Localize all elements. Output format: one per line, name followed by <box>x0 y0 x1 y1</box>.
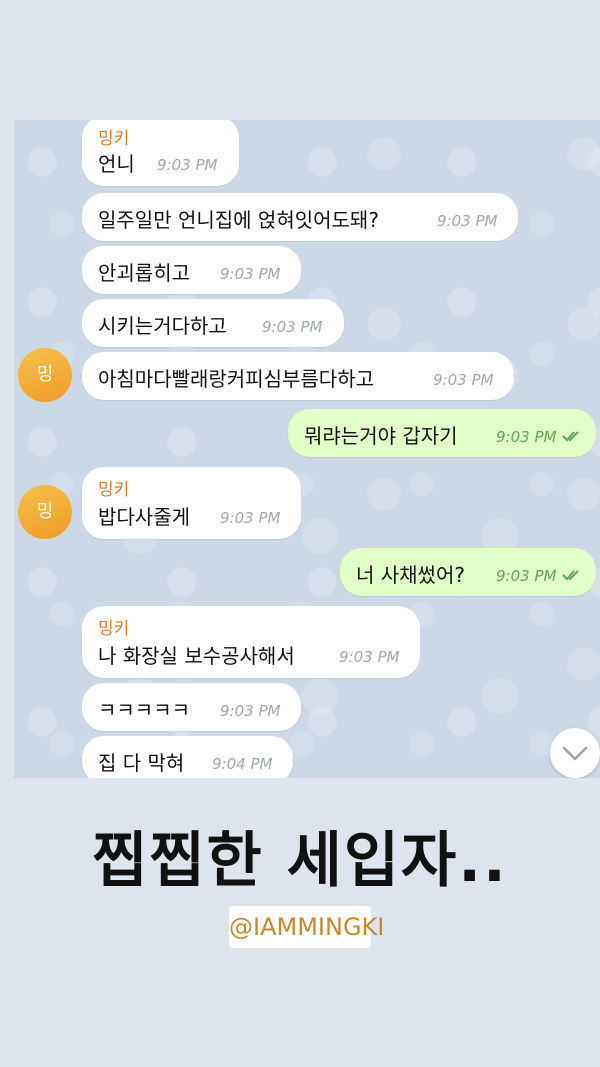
message-text: ㅋㅋㅋㅋㅋ <box>98 698 190 722</box>
mention-sticker[interactable]: @IAMMINGKI <box>229 906 384 948</box>
scroll-down-button[interactable] <box>550 728 600 778</box>
double-check-icon <box>562 431 579 442</box>
message-text: 언니 <box>98 152 135 176</box>
message-time: 9:03 PM <box>339 648 400 666</box>
message-time: 9:03 PM <box>157 156 218 174</box>
message-time: 9:03 PM <box>437 212 498 230</box>
message-time: 9:03 PM <box>496 567 557 585</box>
message-bubble[interactable]: 밍키 밥다사줄게 9:03 PM <box>82 467 301 539</box>
chevron-down-icon <box>562 746 588 761</box>
message-text: 아침마다빨래랑커피심부름다하고 <box>98 367 374 391</box>
message-time: 9:04 PM <box>212 755 273 773</box>
message-time: 9:03 PM <box>496 428 557 446</box>
avatar[interactable]: 밍 <box>18 348 72 402</box>
sender-name: 밍키 <box>98 129 130 149</box>
message-text: 집 다 막혀 <box>98 751 185 775</box>
avatar[interactable]: 밍 <box>18 485 72 539</box>
message-bubble[interactable]: 일주일만 언니집에 얹혀잇어도돼? 9:03 PM <box>82 193 518 241</box>
sender-name: 밍키 <box>98 480 130 500</box>
message-text: 뭐랴는거야 갑자기 <box>304 424 458 448</box>
message-text: 안괴롭히고 <box>98 261 190 285</box>
message-text: 일주일만 언니집에 얹혀잇어도돼? <box>98 208 379 232</box>
message-bubble[interactable]: 너 사채썼어? 9:03 PM <box>340 548 596 596</box>
message-time: 9:03 PM <box>220 509 281 527</box>
chat-panel: 밍키 언니 9:03 PM 일주일만 언니집에 얹혀잇어도돼? 9:03 PM … <box>14 120 600 778</box>
message-text: 밥다사줄게 <box>98 505 190 529</box>
message-bubble[interactable]: 뭐랴는거야 갑자기 9:03 PM <box>288 409 596 457</box>
message-bubble[interactable]: 아침마다빨래랑커피심부름다하고 9:03 PM <box>82 352 514 400</box>
message-bubble[interactable]: 시키는거다하고 9:03 PM <box>82 299 344 347</box>
sender-name: 밍키 <box>98 619 130 639</box>
message-time: 9:03 PM <box>262 318 323 336</box>
message-bubble[interactable]: 집 다 막혀 9:04 PM <box>82 736 293 778</box>
message-text: 너 사채썼어? <box>356 563 465 587</box>
story-caption: 찝찝한 세입자.. <box>92 826 508 896</box>
message-bubble[interactable]: 밍키 나 화장실 보수공사해서 9:03 PM <box>82 606 420 678</box>
message-bubble[interactable]: 안괴롭히고 9:03 PM <box>82 246 301 294</box>
message-bubble[interactable]: 밍키 언니 9:03 PM <box>82 120 239 186</box>
message-text: 시키는거다하고 <box>98 314 227 338</box>
message-time: 9:03 PM <box>220 265 281 283</box>
double-check-icon <box>562 570 579 581</box>
message-time: 9:03 PM <box>220 702 281 720</box>
message-time: 9:03 PM <box>433 371 494 389</box>
message-bubble[interactable]: ㅋㅋㅋㅋㅋ 9:03 PM <box>82 683 301 731</box>
message-text: 나 화장실 보수공사해서 <box>98 644 295 668</box>
